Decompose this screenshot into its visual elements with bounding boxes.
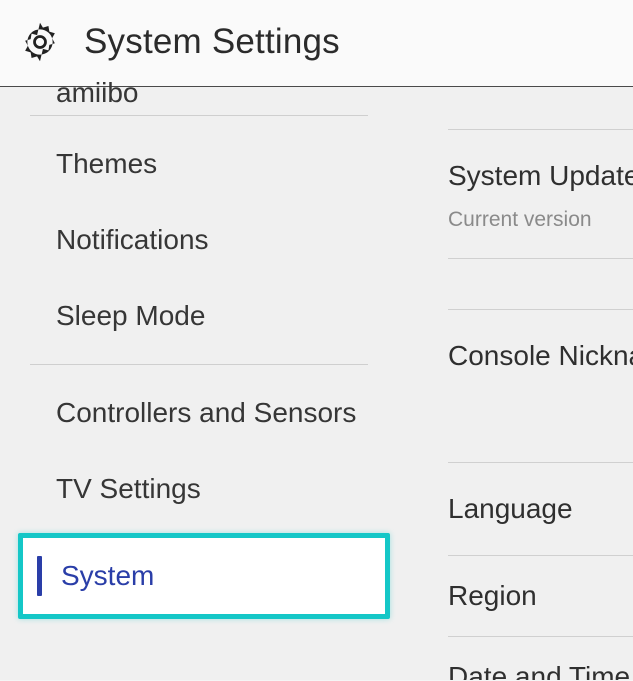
sidebar-group-1: Themes Notifications Sleep Mode xyxy=(30,116,368,364)
sidebar-item-controllers[interactable]: Controllers and Sensors xyxy=(56,397,368,451)
sidebar-item-sleep-mode[interactable]: Sleep Mode xyxy=(56,278,368,332)
sidebar-item-notifications[interactable]: Notifications xyxy=(56,202,368,278)
main-item-language[interactable]: Language xyxy=(448,462,633,555)
gear-icon xyxy=(18,20,62,64)
sidebar-group-2: Controllers and Sensors TV Settings xyxy=(30,365,368,521)
main-item-region[interactable]: Region xyxy=(448,555,633,636)
sidebar-item-tv-settings[interactable]: TV Settings xyxy=(56,451,368,505)
sidebar-item-amiibo[interactable]: amiibo xyxy=(30,77,368,105)
selection-indicator xyxy=(37,556,42,596)
main-item-console-nickname[interactable]: Console Nickname xyxy=(448,309,633,402)
main-item-date-and-time[interactable]: Date and Time xyxy=(448,636,633,680)
header: System Settings xyxy=(0,0,633,87)
sidebar-item-system-selected[interactable]: System xyxy=(18,533,390,619)
sidebar-item-themes[interactable]: Themes xyxy=(56,148,368,202)
main-subtext-current-version: Current version xyxy=(448,208,633,259)
sidebar: amiibo Themes Notifications Sleep Mode C… xyxy=(0,87,398,680)
main-panel: System Update Current version Console Ni… xyxy=(398,87,633,680)
sidebar-item-label: System xyxy=(37,560,375,592)
body: amiibo Themes Notifications Sleep Mode C… xyxy=(0,87,633,680)
page-title: System Settings xyxy=(84,22,340,62)
